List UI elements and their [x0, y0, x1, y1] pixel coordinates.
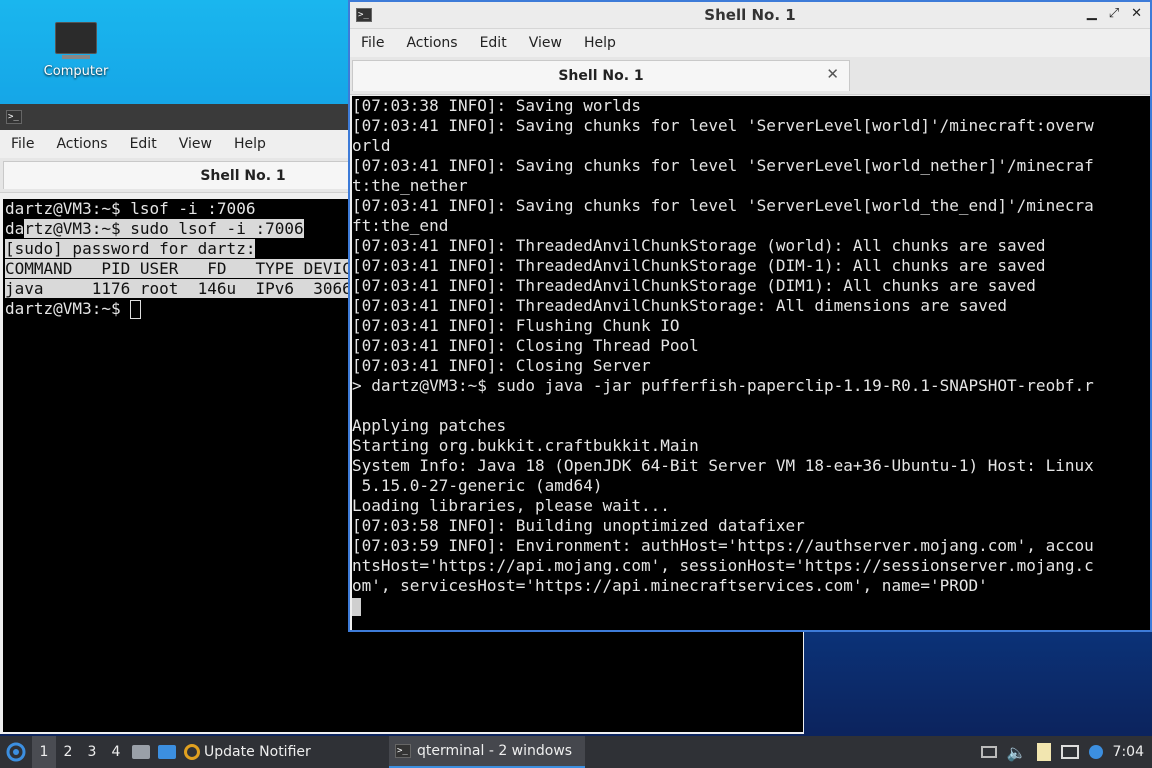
- terminal-line: t:the_nether: [352, 176, 468, 195]
- update-notifier-button[interactable]: Update Notifier: [180, 736, 311, 768]
- terminal-line: Starting org.bukkit.craftbukkit.Main: [352, 436, 699, 455]
- front-terminal-window[interactable]: >_ Shell No. 1 ▁ ⤢ ✕ File Actions Edit V…: [348, 0, 1152, 632]
- workspace-3[interactable]: 3: [80, 736, 104, 768]
- task-label: qterminal - 2 windows: [417, 743, 573, 759]
- window-title: Shell No. 1: [704, 6, 796, 24]
- tab-title: Shell No. 1: [200, 167, 286, 184]
- terminal-cursor: [352, 597, 361, 616]
- update-notifier-label: Update Notifier: [204, 744, 311, 760]
- terminal-line: [07:03:38 INFO]: Saving worlds: [352, 96, 641, 115]
- file-manager-icon[interactable]: [154, 736, 180, 768]
- terminal-line: [07:03:59 INFO]: Environment: authHost='…: [352, 536, 1094, 555]
- minimize-icon[interactable]: ▁: [1087, 6, 1097, 21]
- terminal-line: [07:03:41 INFO]: Flushing Chunk IO: [352, 316, 680, 335]
- tab-title: Shell No. 1: [558, 68, 644, 84]
- menu-help[interactable]: Help: [223, 136, 277, 152]
- terminal-icon: >_: [6, 110, 22, 124]
- terminal-line: [07:03:41 INFO]: Saving chunks for level…: [352, 196, 1094, 215]
- front-window-titlebar[interactable]: >_ Shell No. 1 ▁ ⤢ ✕: [350, 2, 1150, 29]
- terminal-line: ntsHost='https://api.mojang.com', sessio…: [352, 556, 1094, 575]
- terminal-line: [07:03:41 INFO]: ThreadedAnvilChunkStora…: [352, 236, 1046, 255]
- close-icon[interactable]: ✕: [1131, 6, 1142, 21]
- maximize-icon[interactable]: ⤢: [1109, 6, 1119, 21]
- terminal-line: [07:03:41 INFO]: Saving chunks for level…: [352, 156, 1094, 175]
- clipboard-icon[interactable]: [1036, 743, 1051, 761]
- terminal-icon: >_: [395, 744, 411, 758]
- monitor-tray-icon[interactable]: [1060, 745, 1079, 759]
- network-icon[interactable]: [980, 746, 997, 758]
- show-desktop-icon[interactable]: [128, 736, 154, 768]
- system-tray: 🔈 7:04: [980, 736, 1152, 768]
- front-terminal-output[interactable]: [07:03:38 INFO]: Saving worlds [07:03:41 …: [352, 96, 1150, 630]
- terminal-line: om', servicesHost='https://api.minecraft…: [352, 576, 988, 595]
- menu-view[interactable]: View: [518, 35, 573, 51]
- menu-file[interactable]: File: [350, 35, 395, 51]
- menu-edit[interactable]: Edit: [119, 136, 168, 152]
- terminal-line: ft:the_end: [352, 216, 449, 235]
- menu-help[interactable]: Help: [573, 35, 627, 51]
- terminal-line: 5.15.0-27-generic (amd64): [352, 476, 603, 495]
- menu-edit[interactable]: Edit: [469, 35, 518, 51]
- tab-close-icon[interactable]: ✕: [826, 65, 839, 83]
- volume-icon[interactable]: 🔈: [1007, 743, 1027, 762]
- start-menu-button[interactable]: [0, 736, 32, 768]
- terminal-line: [07:03:41 INFO]: Closing Thread Pool: [352, 336, 699, 355]
- front-tab-shell[interactable]: Shell No. 1 ✕: [352, 60, 850, 91]
- menu-file[interactable]: File: [0, 136, 45, 152]
- menu-actions[interactable]: Actions: [395, 35, 468, 51]
- terminal-line: Loading libraries, please wait...: [352, 496, 670, 515]
- taskbar: 1 2 3 4 Update Notifier >_ qterminal - 2…: [0, 736, 1152, 768]
- lxqt-logo-icon: [6, 742, 26, 762]
- workspace-4[interactable]: 4: [104, 736, 128, 768]
- update-icon: [184, 744, 200, 760]
- workspace-2[interactable]: 2: [56, 736, 80, 768]
- clock[interactable]: 7:04: [1113, 744, 1144, 760]
- terminal-cursor: [130, 300, 142, 319]
- terminal-line: Applying patches: [352, 416, 507, 435]
- computer-label: Computer: [43, 64, 109, 79]
- terminal-line: [07:03:41 INFO]: Saving chunks for level…: [352, 116, 1094, 135]
- workspace-1[interactable]: 1: [32, 736, 56, 768]
- computer-icon: [55, 22, 97, 59]
- terminal-line: [07:03:41 INFO]: Closing Server: [352, 356, 651, 375]
- computer-desktop-icon[interactable]: Computer: [36, 22, 116, 79]
- menu-actions[interactable]: Actions: [45, 136, 118, 152]
- terminal-line: [07:03:58 INFO]: Building unoptimized da…: [352, 516, 805, 535]
- menu-view[interactable]: View: [168, 136, 223, 152]
- front-tabbar: Shell No. 1 ✕: [350, 57, 1150, 95]
- terminal-line: [07:03:41 INFO]: ThreadedAnvilChunkStora…: [352, 276, 1036, 295]
- terminal-line: System Info: Java 18 (OpenJDK 64-Bit Ser…: [352, 456, 1094, 475]
- terminal-line: [07:03:41 INFO]: ThreadedAnvilChunkStora…: [352, 296, 1008, 315]
- terminal-line: orld: [352, 136, 391, 155]
- front-menubar: File Actions Edit View Help: [350, 29, 1150, 57]
- terminal-line: > dartz@VM3:~$ sudo java -jar pufferfish…: [352, 376, 1094, 395]
- taskbar-task-qterminal[interactable]: >_ qterminal - 2 windows: [389, 736, 585, 768]
- info-icon[interactable]: [1088, 745, 1103, 759]
- terminal-line: [07:03:41 INFO]: ThreadedAnvilChunkStora…: [352, 256, 1046, 275]
